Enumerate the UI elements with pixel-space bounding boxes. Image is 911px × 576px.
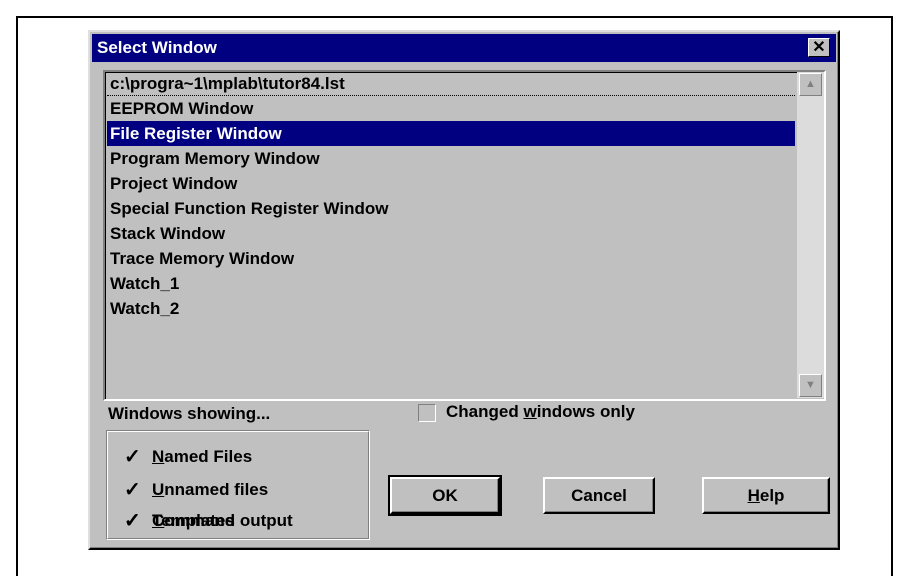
list-item-tutor84-lst[interactable]: c:\progra~1\mplab\tutor84.lst: [107, 72, 795, 96]
list-item-eeprom-window[interactable]: EEPROM Window: [107, 96, 795, 121]
checkmark-icon: ✓: [124, 446, 141, 468]
close-button[interactable]: ✕: [808, 38, 830, 57]
list-item-watch-1[interactable]: Watch_1: [107, 271, 795, 296]
window-listbox[interactable]: c:\progra~1\mplab\tutor84.lst EEPROM Win…: [103, 70, 826, 401]
list-item-stack-window[interactable]: Stack Window: [107, 221, 795, 246]
checkbox-changed-windows-only[interactable]: Changed windows only: [418, 398, 635, 426]
checkbox-label: Unnamed files: [152, 480, 269, 499]
list-item-project-window[interactable]: Project Window: [107, 171, 795, 196]
checkbox-label: Changed windows only: [446, 402, 635, 421]
checkbox-label: Command output: [152, 511, 293, 530]
arrow-down-icon: ▼: [805, 379, 816, 391]
scroll-down-button[interactable]: ▼: [799, 374, 822, 397]
vertical-scrollbar[interactable]: ▲ ▼: [797, 72, 824, 398]
dialog-title: Select Window: [97, 38, 217, 57]
checkbox-named-files[interactable]: ✓ Named Files: [124, 444, 252, 470]
arrow-up-icon: ▲: [805, 78, 816, 90]
scroll-up-button[interactable]: ▲: [799, 73, 822, 96]
close-icon: ✕: [812, 39, 826, 56]
checkmark-icon: ✓: [124, 479, 141, 501]
windows-showing-label: Windows showing...: [108, 404, 271, 423]
ok-button[interactable]: OK: [388, 475, 502, 516]
list-item-special-function-register-window[interactable]: Special Function Register Window: [107, 196, 795, 221]
list-item-program-memory-window[interactable]: Program Memory Window: [107, 146, 795, 171]
checkbox-box[interactable]: [418, 403, 436, 422]
list-item-file-register-window[interactable]: File Register Window: [107, 121, 795, 146]
select-window-dialog: Select Window ✕ c:\progra~1\mplab\tutor8…: [88, 30, 840, 550]
list-item-watch-2[interactable]: Watch_2: [107, 296, 795, 321]
list-item-trace-memory-window[interactable]: Trace Memory Window: [107, 246, 795, 271]
checkbox-command-output[interactable]: ✓ Command output: [124, 508, 293, 534]
checkbox-label: Named Files: [152, 447, 253, 466]
title-bar[interactable]: Select Window ✕: [92, 34, 836, 62]
cancel-button[interactable]: Cancel: [543, 477, 655, 514]
help-button[interactable]: Help: [702, 477, 830, 514]
checkmark-icon: ✓: [124, 510, 141, 532]
checkbox-unnamed-files[interactable]: ✓ Unnamed files: [124, 477, 268, 503]
window-list-items: c:\progra~1\mplab\tutor84.lst EEPROM Win…: [107, 72, 795, 321]
